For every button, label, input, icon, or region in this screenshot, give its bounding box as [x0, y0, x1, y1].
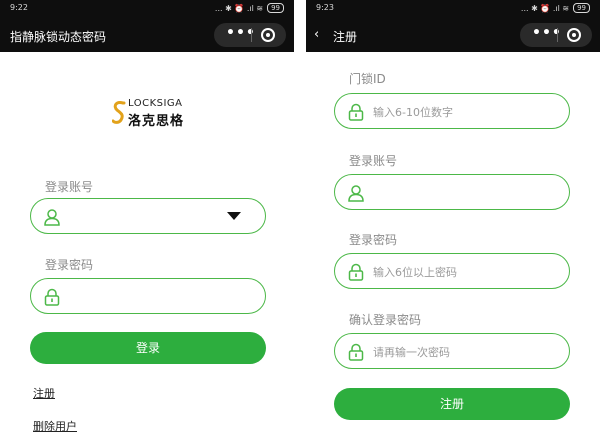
mini-program-capsule: ••• [214, 23, 286, 47]
confirm-password-input[interactable]: 请再输一次密码 [334, 333, 570, 369]
logo-text-cn: 洛克思格 [128, 114, 185, 129]
page-title: 注册 [333, 30, 358, 44]
mini-program-capsule: ••• [520, 23, 592, 47]
brand-logo: LOCKSIGA 洛克思格 [112, 96, 192, 130]
battery-icon: 99 [573, 3, 590, 13]
capsule-divider [557, 28, 558, 42]
battery-icon: 99 [267, 3, 284, 13]
password-label: 登录密码 [349, 233, 398, 247]
account-select[interactable] [30, 198, 266, 234]
top-bar: 9:22 ... ✱ ⏰ .ıl ≋ 99 指静脉锁动态密码 ••• [0, 0, 294, 52]
lock-icon [348, 343, 364, 361]
logo-text-en: LOCKSIGA [128, 98, 183, 109]
delete-user-link[interactable]: 删除用户 [33, 418, 77, 434]
confirm-password-label: 确认登录密码 [349, 313, 422, 327]
close-target-icon[interactable] [567, 28, 581, 42]
login-screen: 9:22 ... ✱ ⏰ .ıl ≋ 99 指静脉锁动态密码 ••• LOCKS… [0, 0, 294, 443]
user-icon [44, 209, 60, 226]
password-input[interactable]: 输入6位以上密码 [334, 253, 570, 289]
lock-icon [348, 103, 364, 121]
register-button[interactable]: 注册 [334, 388, 570, 420]
logo-mark-icon [112, 101, 126, 124]
account-label: 登录账号 [45, 180, 94, 194]
password-placeholder: 输入6位以上密码 [373, 266, 457, 279]
close-target-icon[interactable] [261, 28, 275, 42]
lock-id-placeholder: 输入6-10位数字 [373, 106, 453, 119]
register-screen: 9:23 ... ✱ ⏰ .ıl ≋ 99 ‹ 注册 ••• 门锁ID 输入6-… [306, 0, 600, 443]
account-input[interactable] [334, 174, 570, 210]
password-label: 登录密码 [45, 258, 94, 272]
top-bar: 9:23 ... ✱ ⏰ .ıl ≋ 99 ‹ 注册 ••• [306, 0, 600, 52]
password-input[interactable] [30, 278, 266, 314]
register-link[interactable]: 注册 [33, 385, 55, 401]
status-icons: ... ✱ ⏰ .ıl ≋ 99 [521, 3, 590, 13]
signal-icons: ... ✱ ⏰ .ıl ≋ [214, 3, 264, 13]
confirm-password-placeholder: 请再输一次密码 [373, 346, 450, 359]
login-button[interactable]: 登录 [30, 332, 266, 364]
lock-id-label: 门锁ID [349, 72, 386, 86]
signal-icons: ... ✱ ⏰ .ıl ≋ [520, 3, 570, 13]
account-label: 登录账号 [349, 154, 398, 168]
lock-icon [44, 288, 60, 306]
status-time: 9:22 [10, 3, 28, 12]
lock-icon [348, 263, 364, 281]
status-time: 9:23 [316, 3, 334, 12]
user-icon [348, 185, 364, 202]
status-icons: ... ✱ ⏰ .ıl ≋ 99 [215, 3, 284, 13]
chevron-down-icon[interactable] [227, 212, 241, 220]
page-title: 指静脉锁动态密码 [10, 30, 107, 44]
back-arrow-icon[interactable]: ‹ [314, 27, 319, 42]
lock-id-input[interactable]: 输入6-10位数字 [334, 93, 570, 129]
capsule-divider [251, 28, 252, 42]
